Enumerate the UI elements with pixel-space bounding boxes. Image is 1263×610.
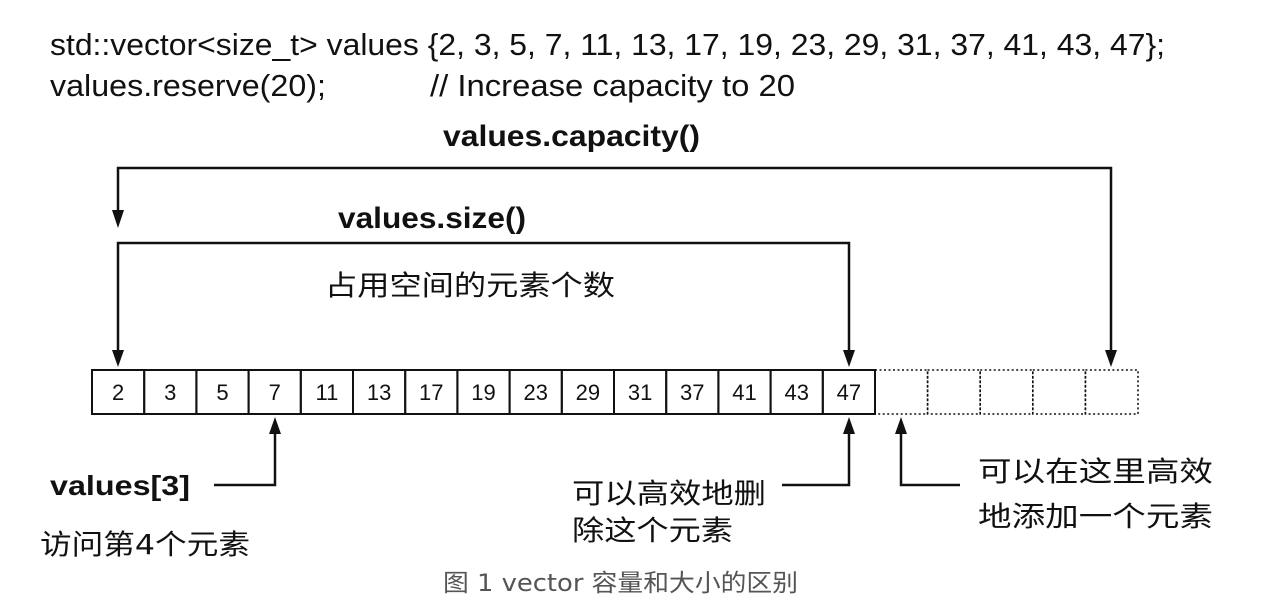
code-line-declaration: std::vector<size_t> values {2, 3, 5, 7, … xyxy=(50,27,1165,62)
reserved-slot-cell xyxy=(1084,369,1139,415)
index-access-label: values[3] xyxy=(50,470,190,501)
vector-element-value: 5 xyxy=(216,380,228,405)
index-access-pointer: values[3] 访问第4个元素 xyxy=(40,417,281,561)
reserved-slot-cell xyxy=(926,369,981,415)
free-slot-pointer: 可以在这里高效 地添加一个元素 xyxy=(895,417,1213,533)
vector-element-value: 47 xyxy=(837,380,861,405)
vector-element-value: 41 xyxy=(732,380,756,405)
delete-note-line1: 可以高效地删 xyxy=(572,477,766,510)
delete-note-line2: 除这个元素 xyxy=(572,514,733,547)
vector-memory-row: 2 3 5 7 11 13 17 19 23 29 31 37 41 43 47 xyxy=(91,369,1139,415)
vector-element-value: 3 xyxy=(164,380,176,405)
capacity-bracket-line xyxy=(116,166,1113,352)
figure-caption: 图 1 vector 容量和大小的区别 xyxy=(443,569,798,597)
size-note: 占用空间的元素个数 xyxy=(325,269,615,302)
code-snippet: std::vector<size_t> values {2, 3, 5, 7, … xyxy=(50,27,1165,103)
add-note-line1: 可以在这里高效 xyxy=(978,455,1213,488)
size-end-arrowhead xyxy=(843,350,855,367)
vector-element-value: 17 xyxy=(419,380,443,405)
index-access-arrow-line xyxy=(214,432,277,487)
capacity-label: values.capacity() xyxy=(443,120,700,153)
code-line-reserve: values.reserve(20); xyxy=(50,68,326,103)
size-bracket: values.size() 占用空间的元素个数 xyxy=(112,202,855,367)
vector-element-value: 11 xyxy=(315,380,338,405)
vector-element-value: 13 xyxy=(367,380,391,405)
size-label: values.size() xyxy=(338,202,526,235)
reserved-slot-cell xyxy=(1032,369,1087,415)
vector-element-value: 19 xyxy=(471,380,495,405)
free-slot-arrow-line xyxy=(899,432,960,487)
vector-element-value: 37 xyxy=(680,380,704,405)
vector-element-value: 7 xyxy=(269,380,281,405)
code-comment: // Increase capacity to 20 xyxy=(430,68,795,103)
add-note-line2: 地添加一个元素 xyxy=(978,500,1213,533)
vector-element-value: 2 xyxy=(112,380,124,405)
vector-element-value: 43 xyxy=(784,380,808,405)
last-element-pointer: 可以高效地删 除这个元素 xyxy=(572,417,855,547)
vector-element-value: 29 xyxy=(576,380,600,405)
index-access-note: 访问第4个元素 xyxy=(40,528,250,561)
last-element-arrow-line xyxy=(782,432,851,487)
vector-capacity-size-diagram: std::vector<size_t> values {2, 3, 5, 7, … xyxy=(40,27,1213,597)
size-start-arrowhead xyxy=(112,350,124,367)
vector-element-value: 23 xyxy=(523,380,547,405)
last-element-arrowhead xyxy=(843,417,855,434)
reserved-slot-cell xyxy=(979,369,1034,415)
free-slot-arrowhead xyxy=(895,417,907,434)
capacity-end-arrowhead xyxy=(1105,350,1117,367)
reserved-slot-cell xyxy=(874,369,929,415)
vector-element-value: 31 xyxy=(628,380,652,405)
capacity-start-arrowhead xyxy=(112,210,124,228)
index-access-arrowhead xyxy=(269,417,281,434)
